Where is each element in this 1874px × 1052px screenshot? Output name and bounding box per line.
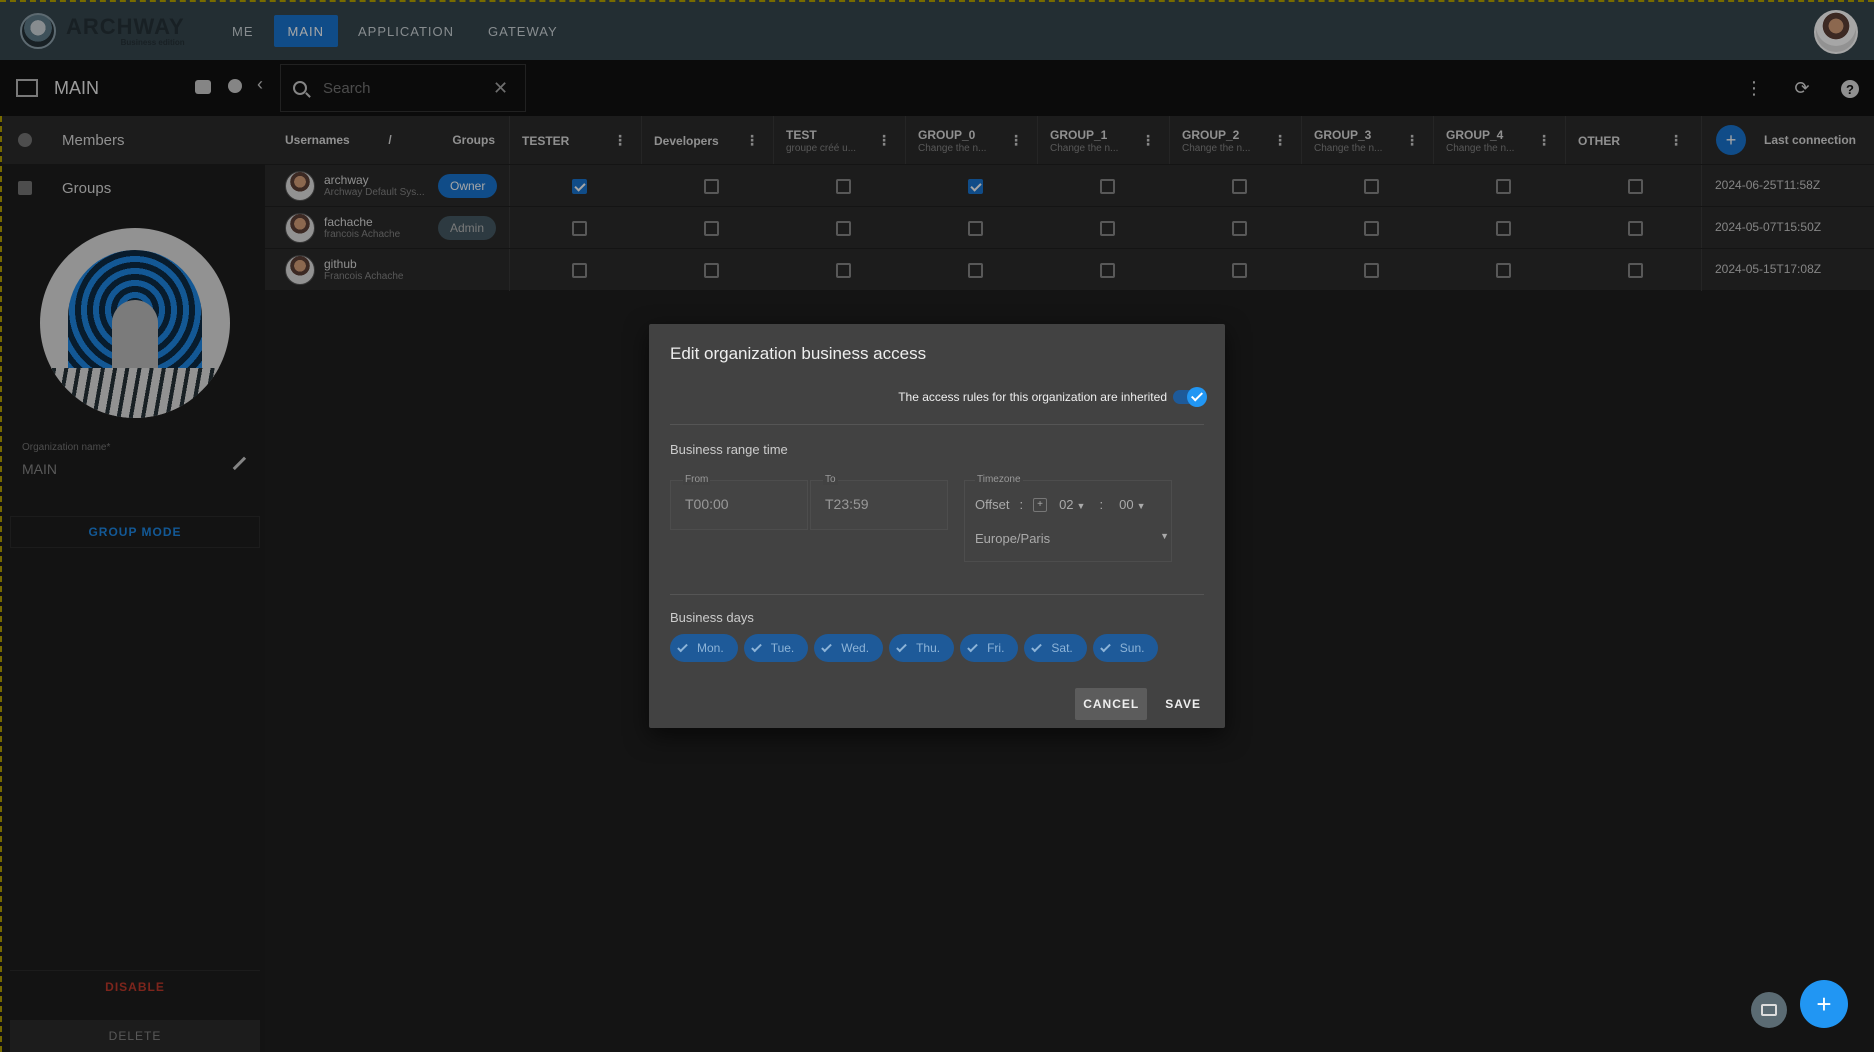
check-icon	[896, 641, 907, 652]
edit-business-access-dialog: Edit organization business access The ac…	[649, 324, 1225, 728]
from-time-field[interactable]: From T00:00	[670, 474, 808, 530]
add-fab-button[interactable]: +	[1800, 980, 1848, 1028]
divider	[670, 424, 1204, 425]
check-icon	[1099, 641, 1111, 652]
inherited-label: The access rules for this organization a…	[898, 390, 1167, 404]
day-chip[interactable]: Thu.	[889, 634, 955, 662]
day-chip[interactable]: Sun.	[1092, 634, 1159, 662]
day-chip[interactable]: Sat.	[1024, 634, 1087, 662]
day-chip[interactable]: Fri.	[960, 634, 1019, 662]
range-title: Business range time	[670, 442, 788, 457]
business-days-chips: Mon. Tue. Wed. Thu. Fri. Sat. Sun.	[670, 634, 1164, 662]
card-icon	[1761, 1004, 1777, 1016]
timezone-zone-select[interactable]: Europe/Paris ▼	[975, 531, 1169, 546]
day-chip[interactable]: Mon.	[670, 634, 738, 662]
day-chip[interactable]: Wed.	[814, 634, 884, 662]
dropdown-caret-icon: ▼	[1076, 501, 1086, 511]
inherited-toggle[interactable]	[1173, 387, 1207, 407]
offset-hours-select[interactable]: 02 ▼	[1059, 497, 1085, 512]
member-card-button[interactable]	[1751, 992, 1787, 1028]
cancel-button[interactable]: CANCEL	[1075, 688, 1148, 720]
check-icon	[750, 641, 762, 652]
dialog-title: Edit organization business access	[670, 344, 927, 363]
day-chip[interactable]: Tue.	[743, 634, 809, 662]
check-icon	[1187, 387, 1207, 407]
dropdown-caret-icon: ▼	[1136, 501, 1146, 511]
check-icon	[677, 641, 688, 652]
divider	[670, 594, 1204, 595]
dropdown-caret-icon: ▼	[1160, 531, 1169, 541]
save-button[interactable]: SAVE	[1157, 688, 1209, 720]
days-title: Business days	[670, 610, 754, 625]
timezone-field: Timezone Offset : + 02 ▼ : 00 ▼ Europe/Par…	[964, 474, 1172, 562]
check-icon	[1031, 641, 1043, 652]
offset-minutes-select[interactable]: 00 ▼	[1119, 497, 1145, 512]
offset-sign-button[interactable]: +	[1033, 497, 1048, 512]
offset-label: Offset	[975, 497, 1010, 512]
to-time-field[interactable]: To T23:59	[810, 474, 948, 530]
check-icon	[967, 641, 978, 652]
check-icon	[821, 641, 833, 652]
